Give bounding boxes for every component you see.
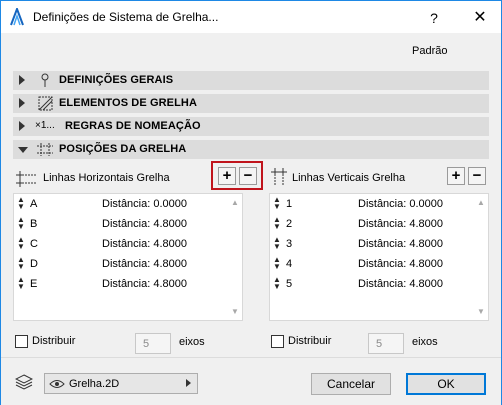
scroll-down-icon[interactable]: ▼ <box>477 307 485 316</box>
vertical-lines-icon <box>271 168 287 186</box>
sort-handle-icon[interactable]: ▲ ▼ <box>17 236 25 251</box>
scroll-up-icon[interactable]: ▲ <box>477 198 485 207</box>
line-name: 5 <box>286 278 293 290</box>
line-name: B <box>30 218 38 230</box>
vertical-lines-label: Linhas Verticais Grelha <box>292 172 406 184</box>
eye-icon <box>49 380 65 388</box>
section-grid-positions[interactable]: POSIÇÕES DA GRELHA <box>13 140 489 159</box>
preset-label[interactable]: Padrão <box>412 45 447 57</box>
line-distance: Distância: 4.8000 <box>102 278 187 290</box>
line-name: C <box>30 238 38 250</box>
expand-arrow-icon <box>19 75 25 85</box>
list-item[interactable]: ▲ ▼ A Distância: 0.0000 <box>14 194 229 214</box>
vertical-axes-unit: eixos <box>412 336 438 348</box>
grid-element-icon <box>38 96 53 111</box>
add-horizontal-line-button[interactable]: + <box>218 167 236 185</box>
scrollbar[interactable]: ▲ ▼ <box>228 194 242 320</box>
layer-dropdown[interactable]: Grelha.2D <box>44 373 198 394</box>
footer-divider <box>1 357 501 358</box>
horizontal-axes-unit: eixos <box>179 336 205 348</box>
line-distance: Distância: 4.8000 <box>102 258 187 270</box>
line-distance: Distância: 4.8000 <box>358 238 443 250</box>
line-name: E <box>30 278 38 290</box>
sort-handle-icon[interactable]: ▲ ▼ <box>17 256 25 271</box>
scrollbar[interactable]: ▲ ▼ <box>474 194 488 320</box>
grid-positions-icon <box>37 143 53 156</box>
section-label: POSIÇÕES DA GRELHA <box>59 143 187 155</box>
distribute-vertical-checkbox[interactable] <box>271 335 284 348</box>
vertical-lines-list[interactable]: ▲ ▼ 1 Distância: 0.0000 ▲ ▼ 2 Distância: 4… <box>269 193 489 321</box>
add-vertical-line-button[interactable]: + <box>447 167 465 185</box>
section-label: REGRAS DE NOMEAÇÃO <box>65 120 201 132</box>
list-item[interactable]: ▲ ▼ 1 Distância: 0.0000 <box>270 194 485 214</box>
vertical-axes-field[interactable]: 5 <box>368 333 404 354</box>
list-item[interactable]: ▲ ▼ 5 Distância: 4.8000 <box>270 274 485 294</box>
horizontal-lines-label: Linhas Horizontais Grelha <box>43 172 170 184</box>
list-item[interactable]: ▲ ▼ E Distância: 4.8000 <box>14 274 229 294</box>
sort-handle-icon[interactable]: ▲ ▼ <box>273 236 281 251</box>
line-distance: Distância: 0.0000 <box>358 198 443 210</box>
distribute-horizontal-label: Distribuir <box>32 335 76 347</box>
sort-handle-icon[interactable]: ▲ ▼ <box>273 256 281 271</box>
horizontal-axes-field[interactable]: 5 <box>135 333 171 354</box>
line-distance: Distância: 4.8000 <box>358 258 443 270</box>
line-name: 3 <box>286 238 293 250</box>
list-item[interactable]: ▲ ▼ 4 Distância: 4.8000 <box>270 254 485 274</box>
line-name: 2 <box>286 218 293 230</box>
list-item[interactable]: ▲ ▼ D Distância: 4.8000 <box>14 254 229 274</box>
line-distance: Distância: 4.8000 <box>102 238 187 250</box>
section-naming-rules[interactable]: ×1... REGRAS DE NOMEAÇÃO <box>13 117 489 136</box>
line-distance: Distância: 4.8000 <box>358 218 443 230</box>
line-name: 1 <box>286 198 293 210</box>
list-item[interactable]: ▲ ▼ 2 Distância: 4.8000 <box>270 214 485 234</box>
sort-handle-icon[interactable]: ▲ ▼ <box>17 276 25 291</box>
naming-rule-icon: ×1... <box>35 120 55 131</box>
archicad-icon <box>10 8 24 26</box>
close-button[interactable]: ✕ <box>469 7 491 29</box>
scroll-up-icon[interactable]: ▲ <box>231 198 239 207</box>
section-grid-elements[interactable]: ELEMENTOS DE GRELHA <box>13 94 489 113</box>
section-general-settings[interactable]: DEFINIÇÕES GERAIS <box>13 71 489 90</box>
section-label: DEFINIÇÕES GERAIS <box>59 74 174 86</box>
expand-arrow-icon <box>19 121 25 131</box>
expand-arrow-icon <box>19 98 25 108</box>
line-name: A <box>30 198 38 210</box>
list-item[interactable]: ▲ ▼ 3 Distância: 4.8000 <box>270 234 485 254</box>
layers-icon <box>15 374 33 390</box>
help-button[interactable]: ? <box>423 7 445 29</box>
horizontal-lines-list[interactable]: ▲ ▼ A Distância: 0.0000 ▲ ▼ B Distância: 4… <box>13 193 243 321</box>
chevron-right-icon <box>186 379 191 387</box>
sort-handle-icon[interactable]: ▲ ▼ <box>17 196 25 211</box>
distribute-horizontal-checkbox[interactable] <box>15 335 28 348</box>
cancel-button[interactable]: Cancelar <box>311 373 391 395</box>
line-distance: Distância: 4.8000 <box>102 218 187 230</box>
line-name: 4 <box>286 258 293 270</box>
line-name: D <box>30 258 38 270</box>
line-distance: Distância: 4.8000 <box>358 278 443 290</box>
collapse-arrow-icon <box>18 147 28 153</box>
horizontal-lines-icon <box>16 171 36 187</box>
scroll-down-icon[interactable]: ▼ <box>231 307 239 316</box>
section-label: ELEMENTOS DE GRELHA <box>59 97 197 109</box>
title-bar: Definições de Sistema de Grelha... ? ✕ <box>1 1 501 33</box>
sort-handle-icon[interactable]: ▲ ▼ <box>273 216 281 231</box>
sort-handle-icon[interactable]: ▲ ▼ <box>17 216 25 231</box>
sort-handle-icon[interactable]: ▲ ▼ <box>273 276 281 291</box>
list-item[interactable]: ▲ ▼ B Distância: 4.8000 <box>14 214 229 234</box>
window-title: Definições de Sistema de Grelha... <box>33 10 219 24</box>
remove-horizontal-line-button[interactable]: − <box>239 167 257 185</box>
layer-name: Grelha.2D <box>69 378 120 390</box>
dialog-window: Definições de Sistema de Grelha... ? ✕ P… <box>0 0 502 405</box>
list-item[interactable]: ▲ ▼ C Distância: 4.8000 <box>14 234 229 254</box>
line-distance: Distância: 0.0000 <box>102 198 187 210</box>
pin-icon <box>41 73 49 87</box>
remove-vertical-line-button[interactable]: − <box>468 167 486 185</box>
dialog-body: Padrão DEFINIÇÕES GERAIS ELEMENTOS DE GR… <box>1 33 501 405</box>
distribute-vertical-label: Distribuir <box>288 335 332 347</box>
ok-button[interactable]: OK <box>406 373 486 395</box>
sort-handle-icon[interactable]: ▲ ▼ <box>273 196 281 211</box>
